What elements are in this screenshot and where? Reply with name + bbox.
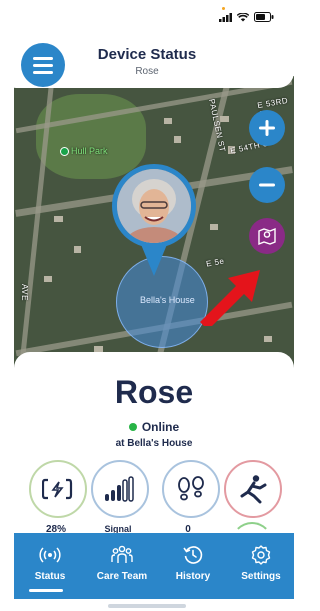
online-status: Online (14, 420, 294, 434)
tab-settings[interactable]: Settings (226, 533, 294, 599)
zoom-in-button[interactable] (249, 110, 285, 146)
activity-dot (222, 7, 225, 10)
app-header: Device Status Rose (0, 30, 294, 88)
map-layers-button[interactable] (249, 218, 285, 254)
fall-detection-tile[interactable] (224, 460, 282, 518)
user-name: Rose (114, 374, 194, 410)
page-subtitle: Rose (135, 66, 159, 77)
wifi-icon (237, 12, 249, 21)
battery-icon (42, 478, 73, 500)
signal-tile[interactable] (91, 460, 149, 518)
gear-icon (251, 545, 271, 565)
tab-status-label: Status (34, 571, 66, 582)
park-icon (60, 146, 69, 156)
location-pin[interactable] (112, 164, 196, 248)
online-label: Online (141, 420, 180, 434)
pointer-arrow-icon (200, 270, 260, 326)
tab-care-team-label: Care Team (96, 571, 148, 582)
zoom-out-button[interactable] (249, 167, 285, 203)
battery-tile[interactable] (29, 460, 87, 518)
steps-tile[interactable] (162, 460, 220, 518)
history-icon (183, 546, 203, 564)
team-icon (111, 545, 133, 563)
tab-settings-label: Settings (241, 571, 281, 582)
tab-history-label: History (175, 571, 211, 582)
status-bar (0, 0, 294, 30)
footsteps-icon (178, 476, 204, 501)
status-icons (219, 12, 274, 22)
minus-icon (259, 183, 275, 187)
location-map[interactable]: E 53RD S E 54TH ST PAULSEN ST E 5e AVE H… (14, 76, 294, 376)
park-area (36, 94, 146, 179)
online-dot-icon (128, 423, 137, 431)
page-title: Device Status (97, 46, 197, 63)
current-location: at Bella's House (115, 438, 193, 449)
broadcast-icon (39, 547, 61, 563)
signal-icon (105, 476, 134, 502)
street-label-ave: AVE (19, 284, 29, 301)
device-status-screen: E 53RD S E 54TH ST PAULSEN ST E 5e AVE H… (0, 0, 294, 611)
geofence-label: Bella's House (140, 295, 195, 305)
active-tab-indicator (29, 589, 63, 592)
fall-detection-icon (240, 475, 267, 504)
tab-care-team[interactable]: Care Team (87, 533, 157, 599)
cellular-icon (219, 12, 232, 22)
plus-icon (259, 120, 275, 136)
park-label: Hull Park (60, 146, 108, 156)
avatar (117, 169, 191, 243)
bottom-navigation: Status Care Team History Settings (14, 533, 294, 599)
home-indicator[interactable] (108, 604, 186, 608)
tab-history[interactable]: History (158, 533, 228, 599)
map-pin-icon (258, 227, 276, 246)
battery-status-icon (254, 12, 274, 22)
user-photo (117, 169, 191, 243)
park-name: Hull Park (71, 146, 108, 156)
